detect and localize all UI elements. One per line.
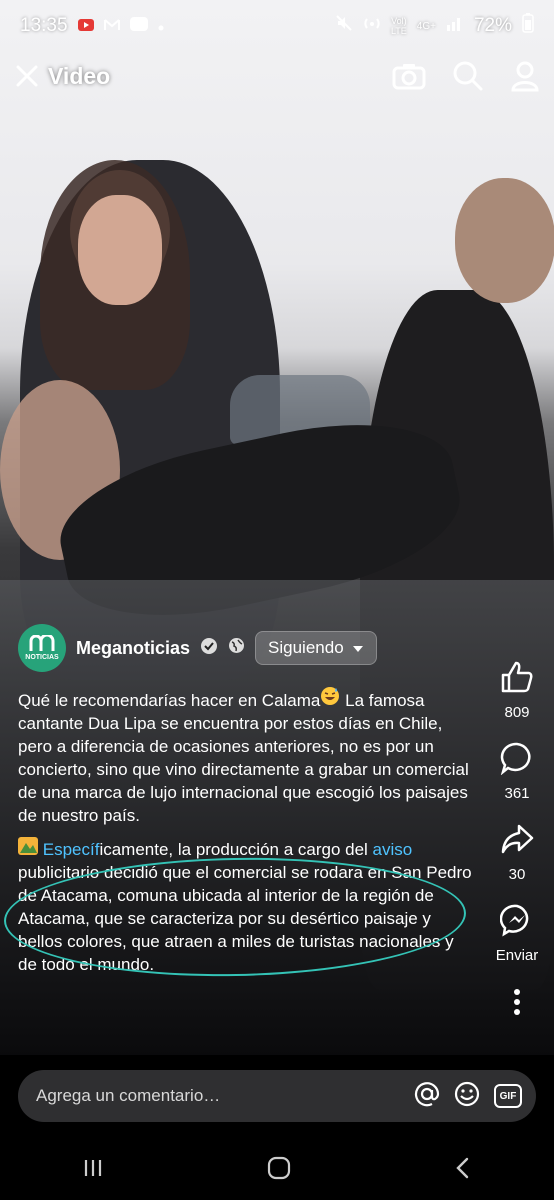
side-actions: 809 361 30 Enviar: [480, 660, 554, 1046]
emoji-icon[interactable]: [454, 1081, 480, 1112]
youtube-icon: [77, 15, 94, 37]
globe-icon: [228, 637, 245, 659]
top-bar: Video: [0, 52, 554, 100]
app-icon: [129, 15, 148, 37]
person-right-head: [455, 178, 554, 303]
caption-link-aviso[interactable]: aviso: [373, 840, 413, 859]
gmail-icon: [103, 15, 120, 37]
sweat-smile-emoji: [320, 686, 340, 712]
comment-icons: GIF: [414, 1081, 522, 1112]
more-button[interactable]: [513, 988, 521, 1026]
comment-placeholder: Agrega un comentario…: [36, 1086, 221, 1105]
system-nav-bar: [0, 1140, 554, 1200]
network-label: 4G+: [416, 20, 436, 32]
more-icon: [513, 988, 521, 1026]
hotspot-icon: [363, 14, 381, 38]
battery-icon: [522, 13, 534, 39]
avatar[interactable]: NOTICIAS: [18, 624, 66, 672]
like-icon: [500, 660, 534, 704]
home-icon[interactable]: [266, 1155, 292, 1186]
mountain-emoji: [18, 837, 38, 861]
status-time: 13:35: [20, 15, 68, 36]
volte-top: Vol): [391, 16, 407, 26]
caption-p1-rest: La famosa cantante Dua Lipa se encuentra…: [18, 691, 469, 825]
comment-button[interactable]: 361: [500, 741, 534, 802]
post-header: NOTICIAS Meganoticias Siguiendo: [18, 624, 473, 672]
volte-bottom: LTE: [390, 26, 407, 36]
share-count: 30: [508, 866, 526, 883]
caption-p2-a: icamente, la producción a cargo del: [99, 840, 373, 859]
messenger-icon: [499, 903, 534, 947]
follow-label: Siguiendo: [268, 638, 344, 657]
avatar-text: NOTICIAS: [25, 654, 59, 661]
at-icon[interactable]: [414, 1081, 440, 1112]
recents-icon[interactable]: [81, 1156, 105, 1185]
signal-icon: [446, 15, 464, 37]
like-button[interactable]: 809: [500, 660, 534, 721]
share-button[interactable]: 30: [500, 822, 534, 883]
gif-icon[interactable]: GIF: [494, 1084, 522, 1108]
gif-label: GIF: [499, 1090, 517, 1102]
follow-button[interactable]: Siguiendo: [255, 631, 377, 665]
profile-icon[interactable]: [510, 60, 540, 92]
close-icon[interactable]: [14, 63, 40, 89]
battery-label: 72%: [473, 15, 512, 36]
status-bar: 13:35 Vol) LTE 4G+ 72%: [0, 0, 554, 52]
camera-icon[interactable]: [392, 62, 426, 90]
meganoticias-logo: [29, 635, 55, 651]
comment-icon: [500, 741, 534, 785]
search-icon[interactable]: [452, 60, 484, 92]
page-title: Video: [48, 62, 111, 89]
like-count: 809: [504, 704, 530, 721]
send-button[interactable]: Enviar: [495, 903, 539, 964]
caption-paragraph-1: Qué le recomendarías hacer en Calama La …: [18, 686, 473, 827]
comment-count: 361: [504, 785, 530, 802]
mute-icon: [335, 14, 353, 38]
caption-link-especif[interactable]: Específ: [43, 840, 100, 859]
share-icon: [500, 822, 534, 866]
back-icon[interactable]: [453, 1156, 473, 1185]
verified-icon: [200, 637, 218, 660]
caption-p1-start: Qué le recomendarías hacer en Calama: [18, 691, 321, 710]
send-label: Enviar: [495, 947, 539, 964]
page-name[interactable]: Meganoticias: [76, 638, 190, 659]
volte-label: Vol) LTE: [391, 16, 407, 36]
comment-bar: Agrega un comentario… GIF: [0, 1055, 554, 1140]
dot-icon: [158, 15, 164, 37]
person-left-face-front: [78, 195, 162, 305]
comment-input[interactable]: Agrega un comentario… GIF: [18, 1070, 536, 1122]
chevron-down-icon: [352, 638, 364, 658]
